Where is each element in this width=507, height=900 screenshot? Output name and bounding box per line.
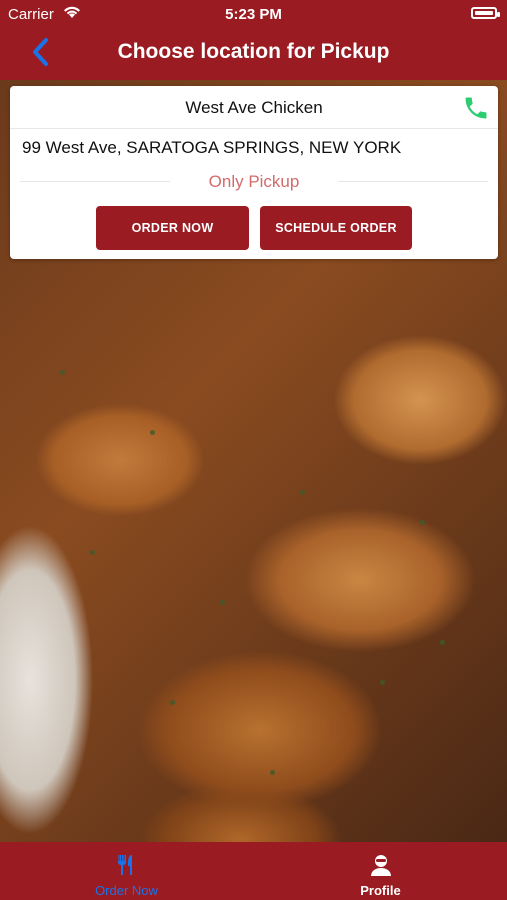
profile-icon [370,855,391,876]
card-divider [10,128,498,129]
tab-profile[interactable]: Profile [254,842,507,900]
clock: 5:23 PM [225,6,282,23]
store-name: West Ave Chicken [185,98,323,117]
divider-right [338,181,488,182]
utensils-icon [117,855,132,875]
schedule-order-button[interactable]: SCHEDULE ORDER [260,206,412,250]
battery-icon [471,7,500,19]
bottom-tab-bar: Order Now Profile [0,842,507,900]
page-title: Choose location for Pickup [117,40,390,63]
phone-icon[interactable] [462,94,490,122]
top-bar: Carrier 5:23 PM Choose location for Pick… [0,0,507,80]
tab-order-now-label: Order Now [95,883,158,898]
tab-profile-label: Profile [360,883,401,898]
chevron-left-icon[interactable] [28,36,54,68]
pickup-mode-label: Only Pickup [208,172,300,191]
tab-order-now[interactable]: Order Now [0,842,253,900]
store-address: 99 West Ave, SARATOGA SPRINGS, NEW YORK [22,138,402,157]
order-now-button[interactable]: ORDER NOW [96,206,249,250]
status-bar: Carrier 5:23 PM [0,0,507,28]
location-card[interactable]: West Ave Chicken 99 West Ave, SARATOGA S… [10,86,498,259]
